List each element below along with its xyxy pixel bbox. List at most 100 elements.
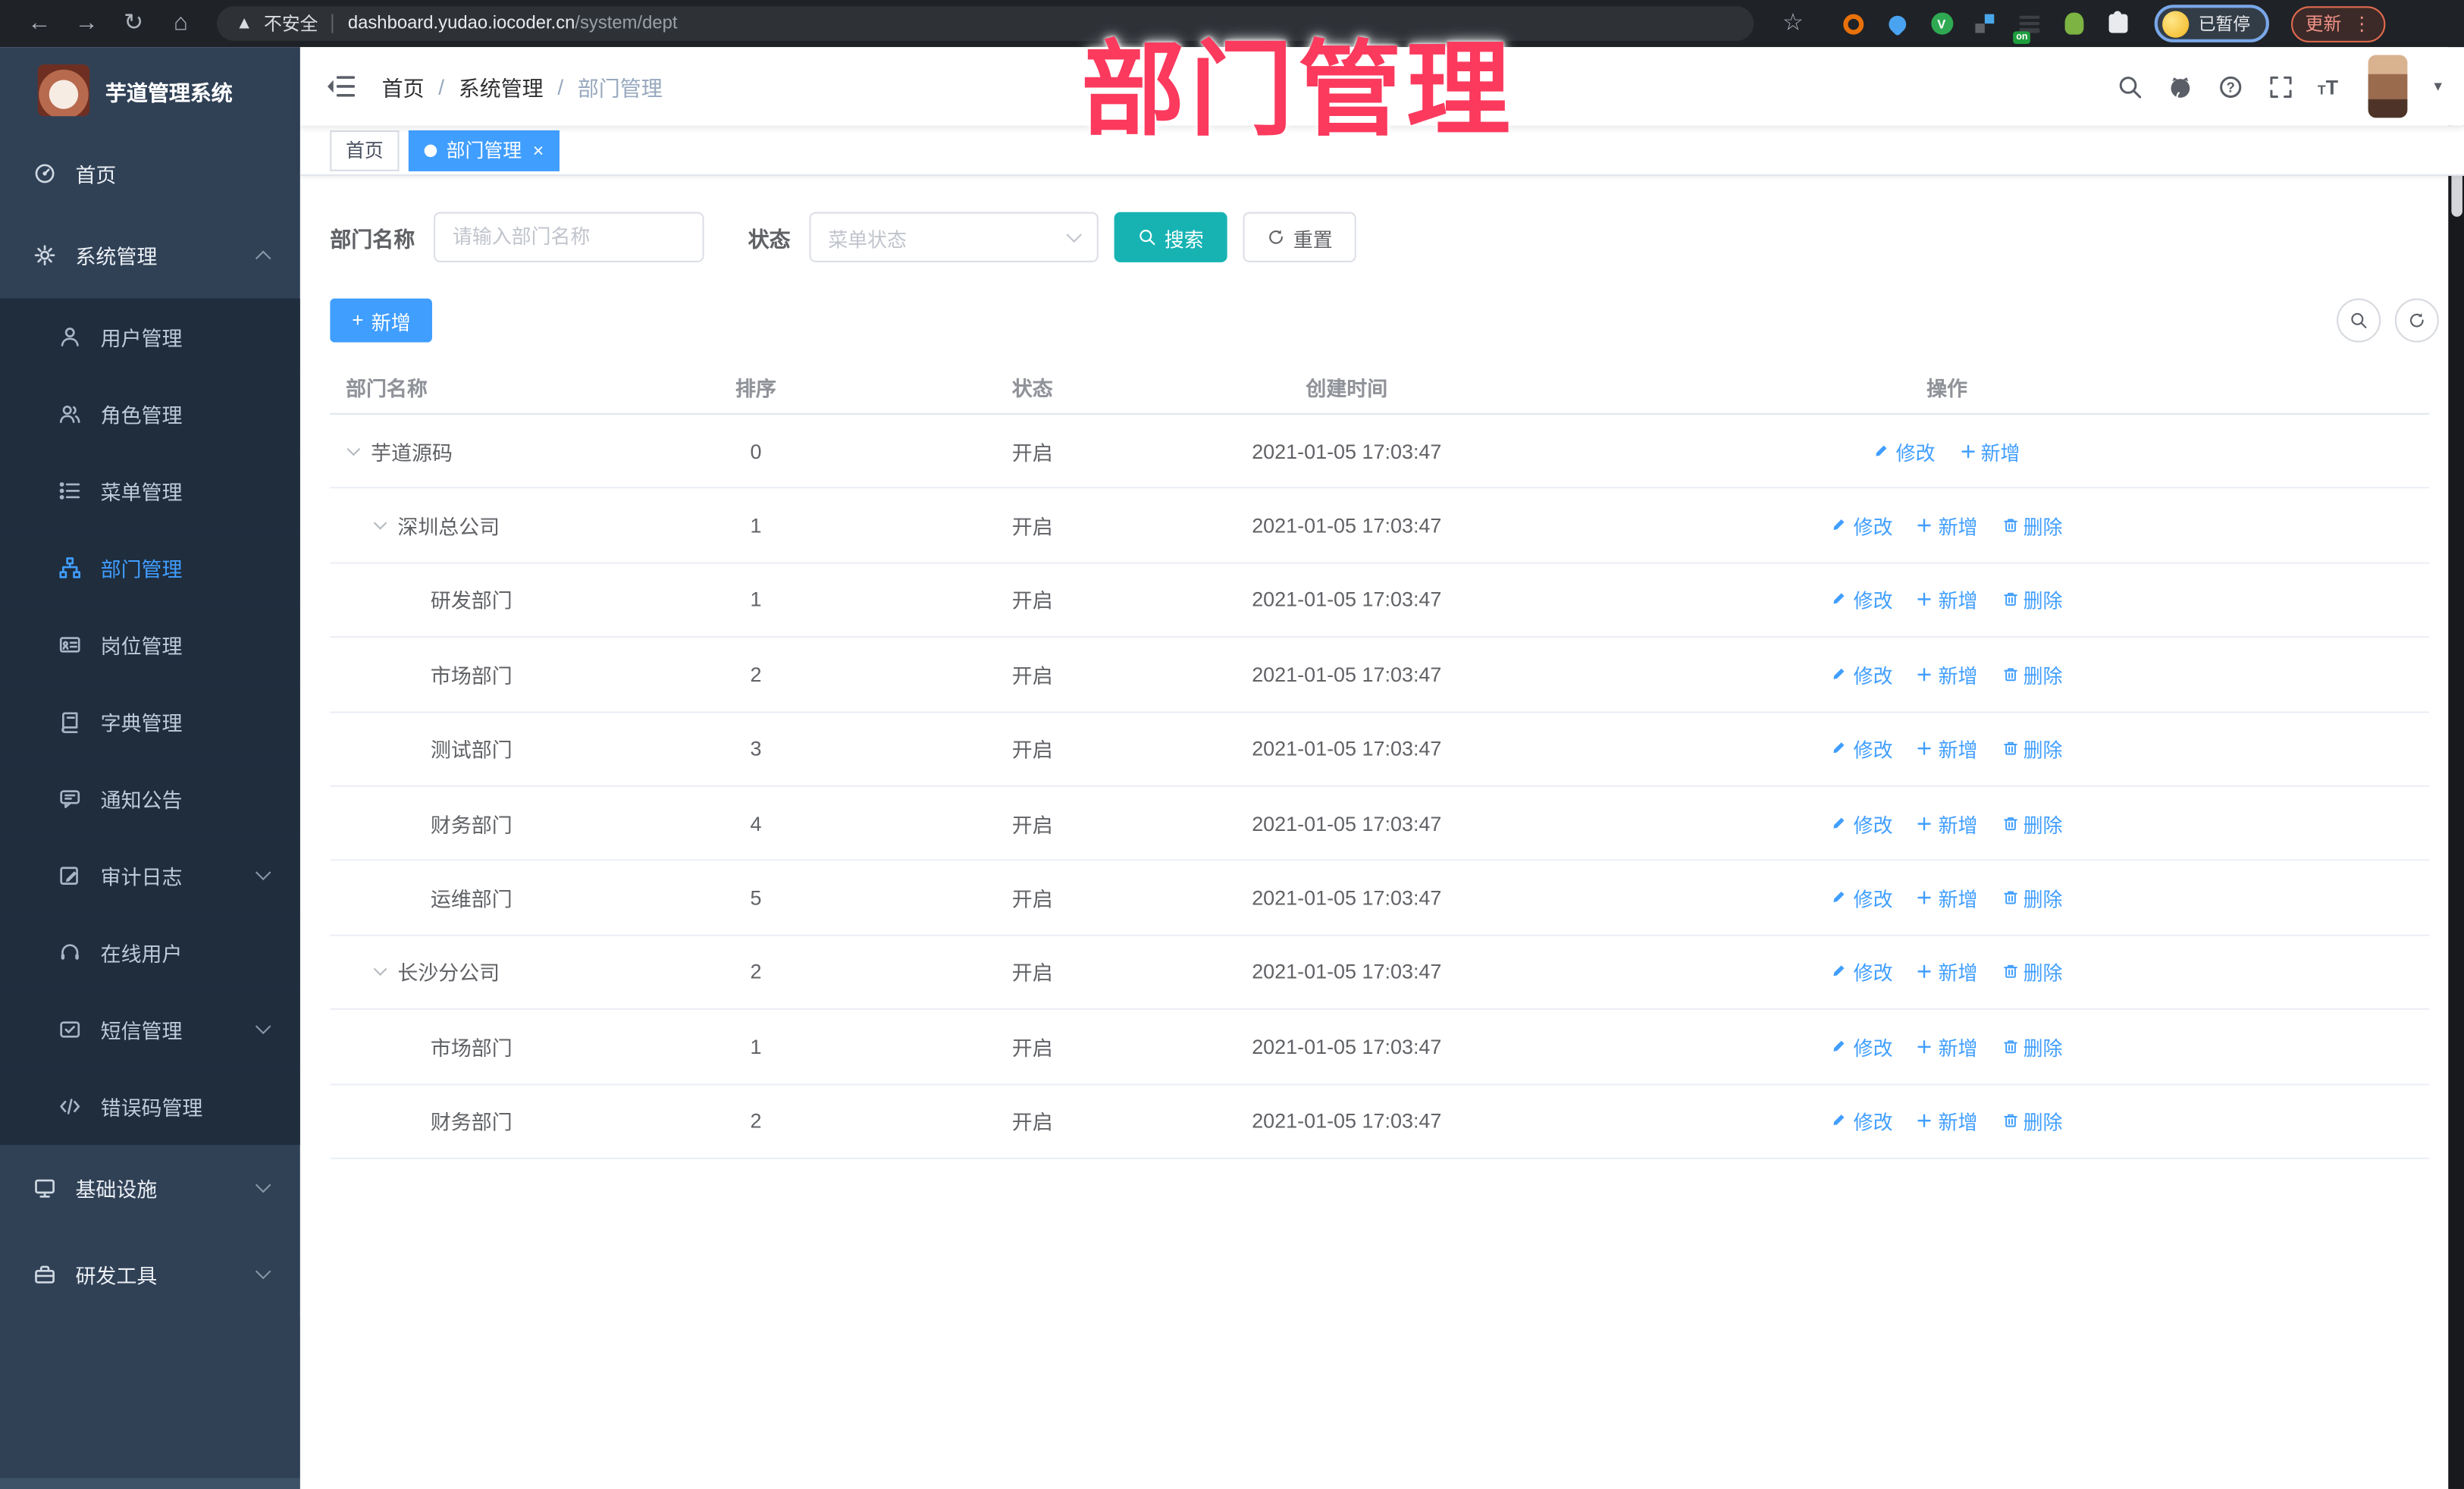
row-action-edit[interactable]: 修改 <box>1832 585 1893 615</box>
github-icon[interactable] <box>2167 73 2193 99</box>
row-action-edit[interactable]: 修改 <box>1832 1106 1893 1136</box>
sidebar-item-dept-tree[interactable]: 部门管理 <box>0 529 300 607</box>
row-action-delete[interactable]: 删除 <box>2002 1106 2062 1136</box>
back-icon[interactable]: ← <box>19 0 60 47</box>
table-header-row: 部门名称 排序 状态 创建时间 操作 <box>330 361 2430 415</box>
sidebar-item-post[interactable]: 岗位管理 <box>0 606 300 684</box>
breadcrumb-item[interactable]: 首页 <box>382 71 425 102</box>
row-action-add[interactable]: 新增 <box>1917 660 1977 689</box>
row-action-edit[interactable]: 修改 <box>1874 436 1936 466</box>
extension-avatar-icon[interactable] <box>2061 12 2085 36</box>
dept-name-input[interactable] <box>434 212 704 262</box>
sidebar-item-gear[interactable]: 系统管理 <box>0 212 300 299</box>
sidebar-item-dict[interactable]: 字典管理 <box>0 683 300 760</box>
extension-pin-icon[interactable] <box>1885 11 1910 36</box>
row-action-edit[interactable]: 修改 <box>1832 958 1893 987</box>
row-action-edit[interactable]: 修改 <box>1832 1032 1893 1061</box>
fullscreen-icon[interactable] <box>2268 73 2294 99</box>
font-size-icon[interactable]: TT <box>2318 76 2338 96</box>
search-button[interactable]: 搜索 <box>1114 212 1227 262</box>
user-avatar[interactable] <box>2368 55 2408 118</box>
sidebar-item-dashboard[interactable]: 首页 <box>0 133 300 212</box>
tree-expand-icon[interactable] <box>346 442 361 456</box>
row-action-add[interactable]: 新增 <box>1917 510 1977 540</box>
sidebar-item-online[interactable]: 在线用户 <box>0 914 300 992</box>
sidebar-item-devtools[interactable]: 研发工具 <box>0 1231 300 1318</box>
sidebar-item-notice[interactable]: 通知公告 <box>0 760 300 838</box>
row-action-delete[interactable]: 删除 <box>2002 660 2062 689</box>
cell-dept-name: 深圳总公司 <box>330 510 676 540</box>
sidebar-item-audit[interactable]: 审计日志 <box>0 837 300 914</box>
sidebar-logo-row[interactable]: 芋道管理系统 <box>0 47 300 133</box>
browser-profile-chip[interactable]: 已暂停 <box>2154 5 2269 42</box>
table-row: 芋道源码 0 开启 2021-01-05 17:03:47 修改 新增 <box>330 414 2430 490</box>
url-text: dashboard.yudao.iocoder.cn/system/dept <box>348 14 678 33</box>
sidebar-item-role[interactable]: 角色管理 <box>0 375 300 453</box>
row-action-add[interactable]: 新增 <box>1917 958 1977 987</box>
table-row: 深圳总公司 1 开启 2021-01-05 17:03:47 修改 新增 删除 <box>330 489 2430 564</box>
row-action-edit[interactable]: 修改 <box>1832 510 1893 540</box>
tag-close-icon[interactable]: × <box>533 140 544 159</box>
row-action-add[interactable]: 新增 <box>1959 436 2020 466</box>
plus-icon <box>1959 443 1977 460</box>
address-bar[interactable]: ▲ 不安全 dashboard.yudao.iocoder.cn/system/… <box>217 6 1754 41</box>
row-action-add[interactable]: 新增 <box>1917 1106 1977 1136</box>
row-action-delete[interactable]: 删除 <box>2002 958 2062 987</box>
extension-orange-icon[interactable] <box>1842 12 1865 36</box>
row-action-add[interactable]: 新增 <box>1917 882 1977 912</box>
row-action-add[interactable]: 新增 <box>1917 1032 1977 1061</box>
tag-active[interactable]: 部门管理 × <box>408 129 560 171</box>
action-label: 删除 <box>2023 591 2063 613</box>
extensions-puzzle-icon[interactable] <box>2105 10 2129 36</box>
forward-icon[interactable]: → <box>66 0 107 47</box>
browser-update-button[interactable]: 更新 ⋮ <box>2290 5 2386 42</box>
row-action-delete[interactable]: 删除 <box>2002 882 2062 912</box>
tree-expand-icon[interactable] <box>373 516 387 530</box>
refresh-table-button[interactable] <box>2394 298 2439 343</box>
row-action-delete[interactable]: 删除 <box>2002 734 2062 763</box>
home-icon[interactable]: ⌂ <box>160 0 201 47</box>
sidebar-item-infra[interactable]: 基础设施 <box>0 1145 300 1231</box>
sidebar-scrollbar[interactable] <box>0 1478 300 1489</box>
sidebar-item-sms[interactable]: 短信管理 <box>0 991 300 1068</box>
extension-squares-icon[interactable] <box>1973 12 1997 36</box>
row-action-delete[interactable]: 删除 <box>2002 808 2062 838</box>
sidebar-item-error-code[interactable]: 错误码管理 <box>0 1067 300 1146</box>
sidebar-item-label: 错误码管理 <box>100 1096 203 1121</box>
row-action-delete[interactable]: 删除 <box>2002 510 2062 540</box>
show-search-toggle-button[interactable] <box>2337 298 2381 343</box>
row-action-edit[interactable]: 修改 <box>1832 882 1893 912</box>
tree-expand-icon[interactable] <box>373 963 387 976</box>
sidebar-item-user[interactable]: 用户管理 <box>0 298 300 376</box>
sidebar-collapse-icon[interactable] <box>325 71 356 102</box>
plus-icon <box>1917 740 1934 757</box>
extension-green-icon[interactable]: V <box>1930 12 1953 36</box>
post-icon <box>58 633 82 657</box>
extension-grid-on-icon[interactable]: on <box>2013 12 2041 43</box>
page-scrollbar[interactable] <box>2448 47 2464 1489</box>
dept-name-text: 市场部门 <box>430 664 513 688</box>
avatar-caret-icon[interactable]: ▾ <box>2434 78 2442 96</box>
status-select[interactable]: 菜单状态 <box>809 212 1099 262</box>
row-action-add[interactable]: 新增 <box>1917 734 1977 763</box>
reload-icon[interactable]: ↻ <box>113 0 154 47</box>
row-action-edit[interactable]: 修改 <box>1832 808 1893 838</box>
row-action-edit[interactable]: 修改 <box>1832 734 1893 763</box>
tag-item[interactable]: 首页 <box>330 129 400 171</box>
row-action-add[interactable]: 新增 <box>1917 808 1977 838</box>
delete-icon <box>2002 517 2019 534</box>
header-search-icon[interactable] <box>2117 73 2143 99</box>
add-button[interactable]: + 新增 <box>330 298 433 343</box>
row-action-edit[interactable]: 修改 <box>1832 660 1893 689</box>
reset-button[interactable]: 重置 <box>1243 212 1356 262</box>
help-icon[interactable]: ? <box>2217 73 2243 99</box>
sidebar-item-menu[interactable]: 菜单管理 <box>0 452 300 530</box>
sidebar-item-label: 审计日志 <box>100 865 183 889</box>
cell-dept-name: 测试部门 <box>330 734 676 763</box>
breadcrumb-item[interactable]: 系统管理 <box>459 71 544 102</box>
bookmark-star-icon[interactable]: ☆ <box>1773 0 1814 47</box>
row-action-delete[interactable]: 删除 <box>2002 1032 2062 1061</box>
row-action-delete[interactable]: 删除 <box>2002 585 2063 615</box>
extension-orange-icon <box>1843 13 1864 34</box>
row-action-add[interactable]: 新增 <box>1917 585 1977 615</box>
